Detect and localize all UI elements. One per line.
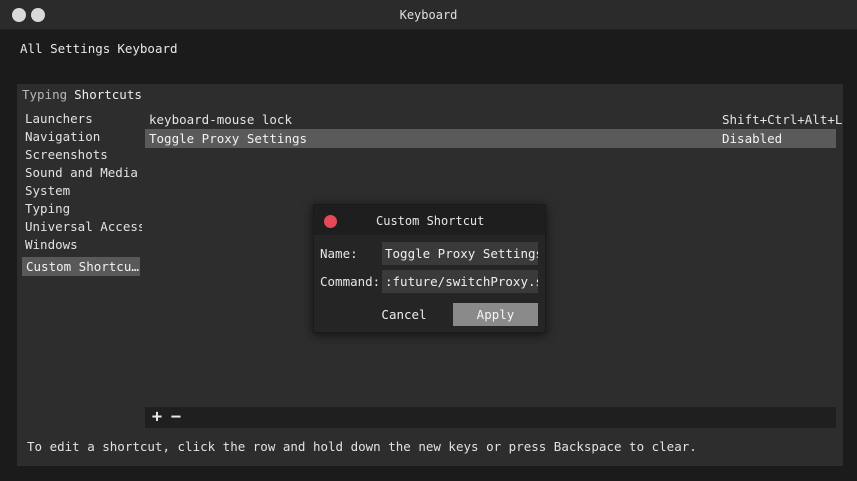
sidebar-item-custom-shortcuts[interactable]: Custom Shortcu… [22, 257, 140, 276]
shortcut-name: keyboard-mouse lock [149, 112, 292, 127]
window-title: Keyboard [399, 8, 458, 22]
sidebar-item-windows[interactable]: Windows [22, 236, 142, 254]
cancel-button[interactable]: Cancel [364, 303, 444, 326]
sidebar-item-screenshots[interactable]: Screenshots [22, 146, 142, 164]
sidebar-item-navigation[interactable]: Navigation [22, 128, 142, 146]
breadcrumb-keyboard: Keyboard [117, 41, 178, 56]
sidebar-item-universal-access[interactable]: Universal Access [22, 218, 142, 236]
dialog-titlebar: Custom Shortcut [314, 205, 545, 235]
window-titlebar: Keyboard [0, 0, 857, 30]
name-field[interactable]: Toggle Proxy Settings [382, 242, 538, 265]
remove-shortcut-button[interactable]: − [166, 407, 186, 428]
sidebar-item-typing[interactable]: Typing [22, 200, 142, 218]
sidebar-item-sound-and-media[interactable]: Sound and Media [22, 164, 142, 182]
table-row[interactable]: keyboard-mouse lock Shift+Ctrl+Alt+L [145, 110, 842, 129]
add-shortcut-button[interactable]: + [147, 407, 167, 428]
help-text: To edit a shortcut, click the row and ho… [27, 439, 697, 454]
tab-shortcuts[interactable]: Shortcuts [74, 87, 142, 102]
table-row[interactable]: Toggle Proxy Settings Disabled [145, 129, 836, 148]
dialog-close-button[interactable] [324, 215, 337, 228]
dialog-title: Custom Shortcut [376, 214, 485, 228]
breadcrumb: All Settings Keyboard [20, 41, 178, 56]
shortcut-name: Toggle Proxy Settings [149, 131, 308, 146]
tab-typing[interactable]: Typing [22, 87, 67, 102]
sidebar-item-system[interactable]: System [22, 182, 142, 200]
apply-button[interactable]: Apply [453, 303, 538, 326]
shortcut-category-list: Launchers Navigation Screenshots Sound a… [22, 110, 142, 276]
tab-bar: Typing Shortcuts [22, 87, 149, 102]
command-label: Command: [320, 274, 381, 289]
command-field[interactable]: :future/switchProxy.sh [382, 270, 538, 293]
shortcut-list: keyboard-mouse lock Shift+Ctrl+Alt+L Tog… [145, 110, 842, 148]
breadcrumb-all-settings[interactable]: All Settings [20, 41, 110, 56]
sidebar-item-launchers[interactable]: Launchers [22, 110, 142, 128]
shortcut-list-toolbar: + − [145, 407, 836, 428]
shortcut-keys: Shift+Ctrl+Alt+L [722, 112, 843, 127]
name-label: Name: [320, 246, 358, 261]
shortcut-keys: Disabled [722, 131, 783, 146]
